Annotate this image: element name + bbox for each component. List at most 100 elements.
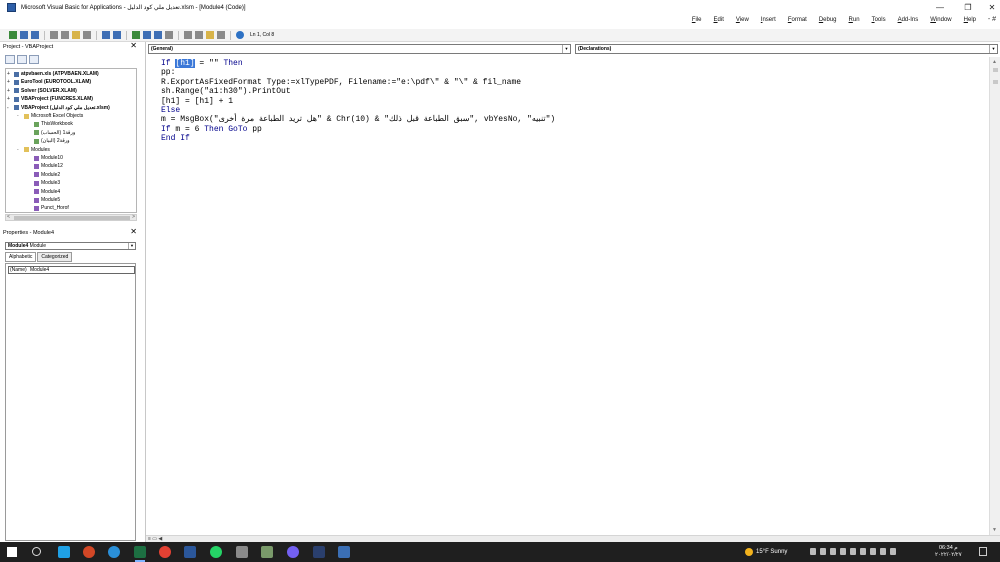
tree-item[interactable]: - Microsoft Excel Objects xyxy=(17,113,83,119)
expand-toggle-icon[interactable]: + xyxy=(7,79,12,85)
menu-item-addins[interactable]: Add-Ins xyxy=(892,17,925,23)
code-line[interactable]: If m = 6 Then GoTo pp xyxy=(161,125,262,134)
tree-item[interactable]: - Modules xyxy=(17,147,50,153)
tray-icon[interactable] xyxy=(870,548,876,555)
find-icon[interactable] xyxy=(83,31,91,39)
weather-widget[interactable]: 15°F Sunny xyxy=(745,548,787,556)
code-line[interactable]: Else xyxy=(161,106,180,115)
scroll-thumb[interactable] xyxy=(14,216,130,220)
code-line[interactable]: m = MsgBox("هل تريد الطباعة مرة أخرى" & … xyxy=(161,115,555,124)
whatsapp-icon[interactable] xyxy=(210,546,222,558)
code-line[interactable]: End If xyxy=(161,134,190,143)
tree-item[interactable]: + EuroTool (EUROTOOL.XLAM) xyxy=(7,79,91,85)
properties-object-select[interactable]: Module4 Module ▼ xyxy=(5,242,136,250)
code-line[interactable]: If [h1] = "" Then xyxy=(161,59,243,68)
paint-icon[interactable] xyxy=(236,546,248,558)
menu-item-edit[interactable]: Edit xyxy=(708,17,730,23)
tree-item[interactable]: - VBAProject (تعديل ملي كود الدليل.xlsm) xyxy=(7,105,110,111)
tree-item[interactable]: ورقة1 (الحساب) xyxy=(27,130,75,136)
tray-icon[interactable] xyxy=(860,548,866,555)
project-hscrollbar[interactable]: < > xyxy=(5,214,137,221)
project-close-icon[interactable]: ✕ xyxy=(130,41,137,50)
maximize-button[interactable]: ❐ xyxy=(956,0,980,15)
code-hscrollbar[interactable]: ≡ ▭ ◀ xyxy=(146,535,1000,542)
property-row-name[interactable]: (Name) Module4 xyxy=(8,266,135,274)
tree-item[interactable]: ThisWorkbook xyxy=(27,121,73,127)
break-icon[interactable] xyxy=(143,31,151,39)
toolbox-icon[interactable] xyxy=(217,31,225,39)
procedure-combo[interactable]: (Declarations) ▼ xyxy=(575,44,998,54)
volume-icon[interactable] xyxy=(890,548,896,555)
close-button[interactable]: ✕ xyxy=(980,0,1000,15)
menu-item-insert[interactable]: Insert xyxy=(755,17,782,23)
menu-item-tools[interactable]: Tools xyxy=(866,17,892,23)
tree-item[interactable]: ورقة2 (البيان) xyxy=(27,138,70,144)
notifications-icon[interactable] xyxy=(979,547,987,556)
chrome-icon[interactable] xyxy=(159,546,171,558)
redo-icon[interactable] xyxy=(113,31,121,39)
view-code-icon[interactable] xyxy=(5,55,15,64)
tree-item[interactable]: Module5 xyxy=(27,197,60,203)
project-explorer-icon[interactable] xyxy=(184,31,192,39)
photoshop-icon[interactable] xyxy=(313,546,325,558)
tray-icon[interactable] xyxy=(830,548,836,555)
network-icon[interactable] xyxy=(880,548,886,555)
tray-icon[interactable] xyxy=(820,548,826,555)
expand-toggle-icon[interactable]: + xyxy=(7,96,12,102)
tree-item[interactable]: Module10 xyxy=(27,155,63,161)
reset-icon[interactable] xyxy=(154,31,162,39)
properties-close-icon[interactable]: ✕ xyxy=(130,227,137,236)
chevron-down-icon[interactable]: ▼ xyxy=(128,243,135,249)
code-editor[interactable]: If [h1] = "" Then pp: R.ExportAsFixedForma… xyxy=(146,57,989,535)
tree-item[interactable]: Module3 xyxy=(27,180,60,186)
run-icon[interactable] xyxy=(132,31,140,39)
expand-toggle-icon[interactable]: - xyxy=(17,113,22,119)
scroll-down-icon[interactable]: ▼ xyxy=(992,527,997,533)
property-value[interactable]: Module4 xyxy=(30,267,49,273)
expand-toggle-icon[interactable]: - xyxy=(17,147,22,153)
object-combo[interactable]: (General) ▼ xyxy=(148,44,571,54)
clock[interactable]: 06:34 م ٢٠٢٢/٠٢/٢٧ xyxy=(935,545,962,559)
windows-start-icon[interactable] xyxy=(7,547,17,557)
paste-icon[interactable] xyxy=(72,31,80,39)
expand-toggle-icon[interactable]: - xyxy=(7,105,12,111)
menu-item-run[interactable]: Run xyxy=(843,17,866,23)
view-excel-icon[interactable] xyxy=(9,31,17,39)
tray-icon[interactable] xyxy=(850,548,856,555)
code-line[interactable]: sh.Range("a1:h30").PrintOut xyxy=(161,87,291,96)
code-line[interactable]: [h1] = [h1] + 1 xyxy=(161,97,233,106)
minimize-button[interactable]: — xyxy=(928,0,952,15)
edge-icon[interactable] xyxy=(58,546,70,558)
search-icon[interactable] xyxy=(32,547,41,556)
powerpoint-icon[interactable] xyxy=(83,546,95,558)
cut-icon[interactable] xyxy=(50,31,58,39)
menu-item-format[interactable]: Format xyxy=(782,17,813,23)
save-icon[interactable] xyxy=(31,31,39,39)
menu-item-window[interactable]: Window xyxy=(924,17,957,23)
help-icon[interactable] xyxy=(236,31,244,39)
tree-item[interactable]: + VBAProject (FUNCRES.XLAM) xyxy=(7,96,93,102)
view-object-icon[interactable] xyxy=(17,55,27,64)
tray-icon[interactable] xyxy=(810,548,816,555)
menu-item-help[interactable]: Help xyxy=(958,17,982,23)
expand-toggle-icon[interactable]: + xyxy=(7,88,12,94)
properties-window-icon[interactable] xyxy=(195,31,203,39)
insert-module-icon[interactable] xyxy=(20,31,28,39)
object-browser-icon[interactable] xyxy=(206,31,214,39)
tab-categorized[interactable]: Categorized xyxy=(37,252,73,262)
undo-icon[interactable] xyxy=(102,31,110,39)
code-vscrollbar[interactable]: ▲ ▼ xyxy=(989,57,1000,535)
code-line[interactable]: pp: xyxy=(161,68,175,77)
scroll-right-icon[interactable]: > xyxy=(132,214,135,220)
chevron-down-icon[interactable]: ▼ xyxy=(562,45,570,53)
menu-extra[interactable]: - # xyxy=(988,16,996,23)
tab-alphabetic[interactable]: Alphabetic xyxy=(5,252,37,262)
app-icon[interactable] xyxy=(261,546,273,558)
word-icon[interactable] xyxy=(184,546,196,558)
toggle-folders-icon[interactable] xyxy=(29,55,39,64)
design-mode-icon[interactable] xyxy=(165,31,173,39)
chevron-down-icon[interactable]: ▼ xyxy=(989,45,997,53)
scroll-left-icon[interactable]: < xyxy=(7,214,10,220)
expand-toggle-icon[interactable]: + xyxy=(7,71,12,77)
tree-item[interactable]: Punct_Horof xyxy=(27,205,69,211)
